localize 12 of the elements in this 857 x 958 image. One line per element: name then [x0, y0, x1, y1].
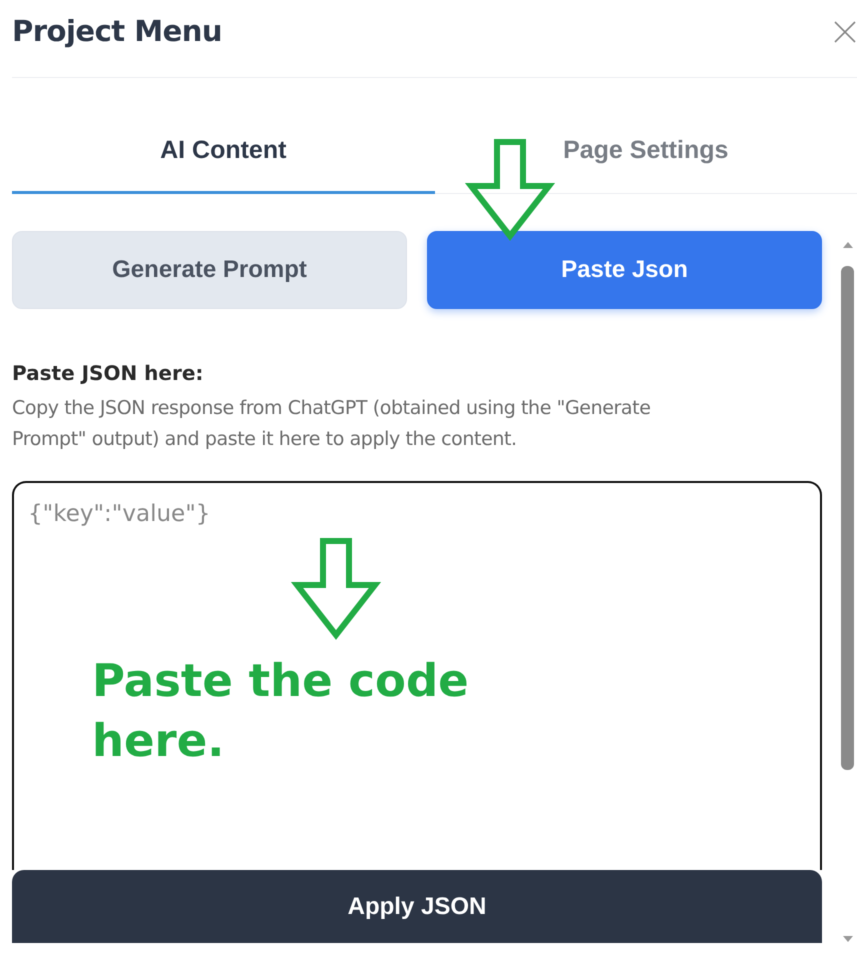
- annotation-text: Paste the code here.: [92, 653, 470, 769]
- section-description: Copy the JSON response from ChatGPT (obtained using the "Generate Prompt" output) and paste it here to apply the content.: [12, 396, 652, 452]
- apply-button[interactable]: Apply JSON: [12, 870, 822, 943]
- section-label: Paste JSON here:: [12, 361, 204, 385]
- tab[interactable]: Page Settings: [434, 112, 857, 194]
- close-icon[interactable]: [833, 20, 857, 44]
- down-arrow-icon: [291, 537, 381, 641]
- mode-button[interactable]: Generate Prompt: [12, 231, 407, 309]
- panel-title: Project Menu: [12, 14, 222, 50]
- mode-button[interactable]: Paste Json: [427, 231, 822, 309]
- down-arrow-icon: [465, 138, 555, 242]
- tab[interactable]: AI Content: [12, 112, 434, 194]
